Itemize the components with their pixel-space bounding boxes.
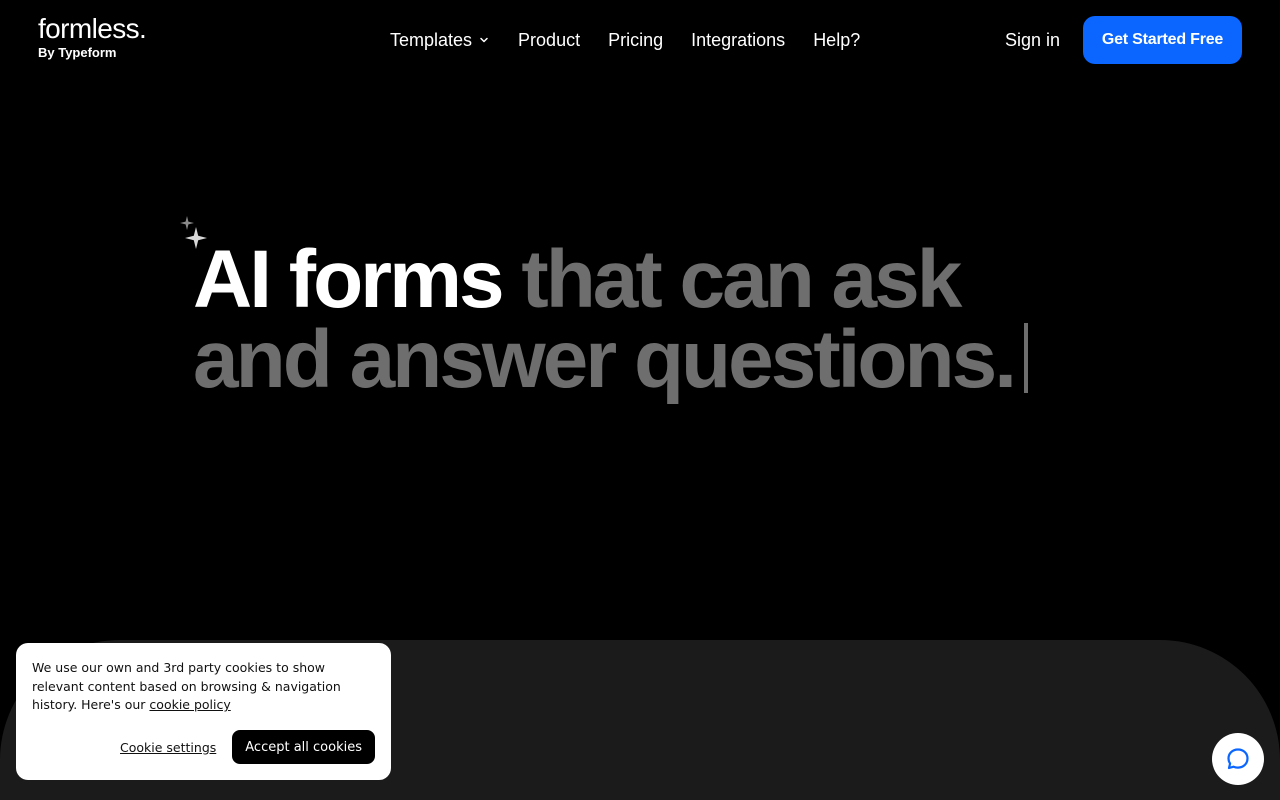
brand-logo[interactable]: formless. By Typeform <box>38 13 147 61</box>
nav-item-label: Pricing <box>608 29 664 50</box>
nav-item-integrations[interactable]: Integrations <box>691 30 785 51</box>
chat-bubble-icon <box>1227 748 1249 770</box>
nav-item-label: Integrations <box>691 29 786 50</box>
nav-item-label: Product <box>518 29 581 50</box>
nav-item-label: Help? <box>813 29 861 50</box>
chat-button[interactable] <box>1212 733 1264 785</box>
nav-item-pricing[interactable]: Pricing <box>608 30 663 51</box>
get-started-button[interactable]: Get Started Free <box>1083 16 1242 64</box>
nav-item-product[interactable]: Product <box>518 30 580 51</box>
cookie-banner: We use our own and 3rd party cookies to … <box>16 643 391 780</box>
brand-byline: By Typeform <box>38 45 117 60</box>
sign-in-link[interactable]: Sign in <box>1005 28 1060 52</box>
hero-line-2: and answer questions. <box>193 314 1017 405</box>
nav-item-help[interactable]: Help? <box>813 30 860 51</box>
chevron-down-icon <box>480 37 488 43</box>
hero-line-1-rest: that can ask <box>501 234 962 325</box>
accept-cookies-button[interactable]: Accept all cookies <box>232 730 375 764</box>
page: formless. By Typeform Templates Product … <box>0 0 1280 800</box>
nav-item-label: Templates <box>390 29 473 50</box>
hero-headline: AI forms that can ask and answer questio… <box>193 239 1093 401</box>
cookie-actions: Cookie settings Accept all cookies <box>120 730 375 764</box>
nav-item-templates[interactable]: Templates <box>390 30 490 51</box>
cookie-policy-link[interactable]: cookie policy <box>149 697 230 712</box>
brand-name: formless. <box>38 13 147 44</box>
text-caret <box>1023 323 1028 393</box>
cookie-message: We use our own and 3rd party cookies to … <box>32 659 375 715</box>
hero-highlight: AI forms <box>193 234 505 325</box>
cookie-settings-link[interactable]: Cookie settings <box>120 740 216 755</box>
main-nav: Templates Product Pricing Integrations H… <box>390 28 860 52</box>
